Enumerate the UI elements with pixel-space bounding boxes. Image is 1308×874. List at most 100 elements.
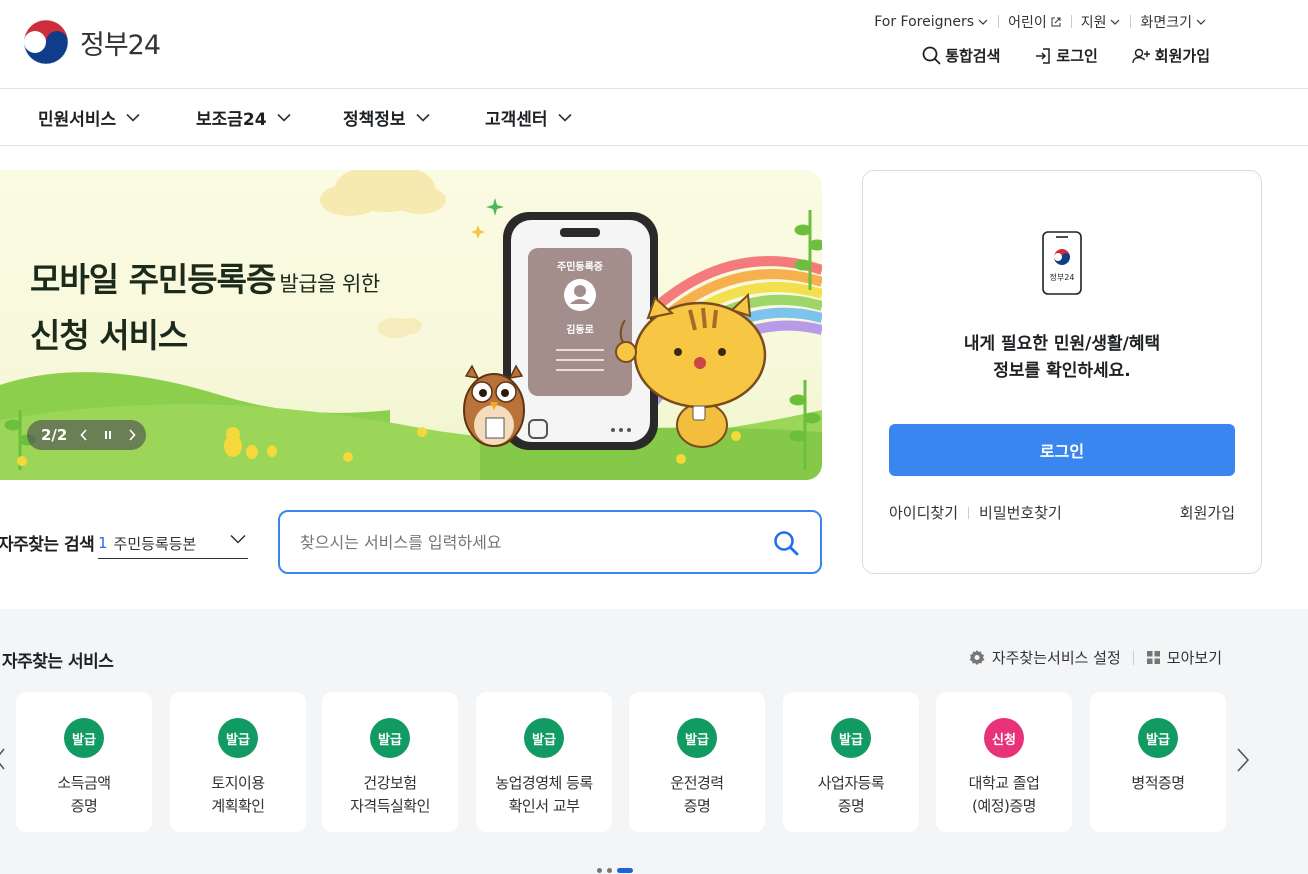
site-logo[interactable]: 정부24 [22,19,161,65]
service-card-label-line1: 대학교 졸업 [968,774,1040,792]
service-card-label-line1: 건강보험 [363,774,417,792]
service-card-label: 운전경력 증명 [629,772,765,818]
nav-customer-center[interactable]: 고객센터 [485,105,572,130]
nav-policy-info[interactable]: 정책정보 [343,105,430,130]
pagination-dot[interactable] [597,868,602,873]
service-card-label-line2: 확인서 교부 [508,797,580,815]
chevron-left-icon[interactable] [0,747,6,771]
cloud-icon [320,170,446,216]
frequent-services-tools: 자주찾는서비스 설정 모아보기 [968,647,1222,668]
utility-menu: For Foreigners 어린이 지원 화면크기 [864,12,1216,32]
find-password-link[interactable]: 비밀번호찾기 [979,502,1062,523]
signup-link[interactable]: 회원가입 [1180,502,1235,523]
service-card-business-registration[interactable]: 발급 사업자등록 증명 [783,692,919,832]
nav-label: 정책정보 [343,110,406,130]
frequent-search-label: 자주찾는 검색 [0,535,95,555]
util-label: 어린이 [1008,15,1047,31]
frequent-settings-label: 자주찾는서비스 설정 [991,649,1121,667]
banner-title-line1: 모바일 주민등록증 [30,260,276,299]
service-card-label-line1: 운전경력 [670,774,724,792]
util-label: 화면크기 [1140,15,1192,31]
taegeuk-logo-icon [23,19,69,65]
prev-slide-button[interactable] [77,428,91,442]
mobile-icon-label: 정부24 [1050,272,1075,282]
frequent-search-rank: 1 [98,534,108,552]
service-card-label: 농업경영체 등록 확인서 교부 [476,772,612,818]
chevron-down-icon [126,113,140,122]
service-card-label: 토지이용 계획확인 [170,772,306,818]
chevron-right-icon[interactable] [1236,747,1250,773]
pause-icon [105,431,112,439]
main-banner[interactable]: 주민등록증 김동로 모바일 주민등록증 발급을 위한 신청 서비스 2/2 [0,170,822,480]
service-card-label-line1: 농업경영체 등록 [495,774,593,792]
issue-badge: 발급 [677,718,717,758]
util-for-foreigners[interactable]: For Foreigners [864,14,998,30]
signup-link[interactable]: 회원가입 [1132,45,1210,66]
nav-label: 민원서비스 [38,110,117,130]
divider [968,506,970,519]
integrated-search-label: 통합검색 [945,47,1001,65]
frequent-services-section: 자주찾는 서비스 자주찾는서비스 설정 모아보기 발급 소득금액 증명 발급 토… [0,609,1308,874]
login-button[interactable]: 로그인 [889,424,1235,476]
service-card-farm-registration[interactable]: 발급 농업경영체 등록 확인서 교부 [476,692,612,832]
service-card-land-use[interactable]: 발급 토지이용 계획확인 [170,692,306,832]
banner-title-line2: 신청 서비스 [30,316,188,355]
external-link-icon [1051,17,1061,27]
grid-icon [1146,651,1160,664]
service-card-label-line2: 자격득실확인 [350,797,430,815]
issue-badge: 발급 [524,718,564,758]
frequent-search-dropdown[interactable]: 1 주민등록등본 [98,528,248,559]
util-support[interactable]: 지원 [1070,12,1131,32]
carousel-pagination [597,868,633,873]
pagination-dot[interactable] [607,868,612,873]
service-card-income-proof[interactable]: 발급 소득금액 증명 [16,692,152,832]
service-card-label-line1: 소득금액 [57,774,111,792]
chevron-down-icon [277,113,291,122]
pagination-dot-active[interactable] [617,868,633,873]
login-message-line1: 내게 필요한 민원/생활/혜택 [963,334,1161,354]
service-search-input[interactable] [300,532,740,552]
phone-card-name: 김동로 [566,324,594,336]
main-navigation: 민원서비스 보조금24 정책정보 고객센터 [0,89,1308,146]
mobile-gov24-icon: 정부24 [1042,231,1082,295]
service-card-label-line2: 증명 [683,797,711,815]
util-screen-size[interactable]: 화면크기 [1130,12,1216,32]
frequent-settings-button[interactable]: 자주찾는서비스 설정 [968,647,1121,668]
view-all-button[interactable]: 모아보기 [1146,647,1222,668]
banner-controls: 2/2 [27,420,146,450]
util-kids[interactable]: 어린이 [998,12,1071,32]
pause-slide-button[interactable] [101,428,115,442]
service-card-military-record[interactable]: 발급 병적증명 [1090,692,1226,832]
account-menu: 통합검색 로그인 회원가입 [922,45,1210,66]
login-label: 로그인 [1056,47,1098,65]
chevron-down-icon [415,113,430,122]
login-message-line2: 정보를 확인하세요. [993,361,1131,381]
divider [1132,650,1134,665]
service-card-health-insurance[interactable]: 발급 건강보험 자격득실확인 [322,692,458,832]
find-id-link[interactable]: 아이디찾기 [889,502,958,523]
login-icon [1036,47,1051,64]
search-icon[interactable] [772,529,800,557]
chevron-left-icon [80,429,87,441]
login-message: 내게 필요한 민원/생활/혜택 정보를 확인하세요. [863,331,1261,385]
integrated-search-link[interactable]: 통합검색 [922,45,1000,66]
service-search-box [278,510,822,574]
service-card-label-line1: 토지이용 [211,774,265,792]
signup-label: 회원가입 [1154,47,1210,65]
search-icon [922,46,941,65]
next-slide-button[interactable] [125,428,139,442]
service-card-driving-record[interactable]: 발급 운전경력 증명 [629,692,765,832]
header: 정부24 For Foreigners 어린이 지원 화면크기 통합검색 로그인 [0,0,1308,89]
nav-civil-services[interactable]: 민원서비스 [38,105,140,130]
nav-subsidy24[interactable]: 보조금24 [196,105,291,130]
cloud-icon [377,318,422,338]
util-label: For Foreigners [874,14,975,30]
chevron-down-icon [1111,19,1120,25]
login-link[interactable]: 로그인 [1034,45,1098,66]
chevron-down-icon [557,113,572,122]
service-card-graduation[interactable]: 신청 대학교 졸업 (예정)증명 [936,692,1072,832]
issue-badge: 발급 [1138,718,1178,758]
phone-card-title: 주민등록증 [557,260,603,273]
service-card-label-line1: 사업자등록 [817,774,885,792]
issue-badge: 발급 [370,718,410,758]
